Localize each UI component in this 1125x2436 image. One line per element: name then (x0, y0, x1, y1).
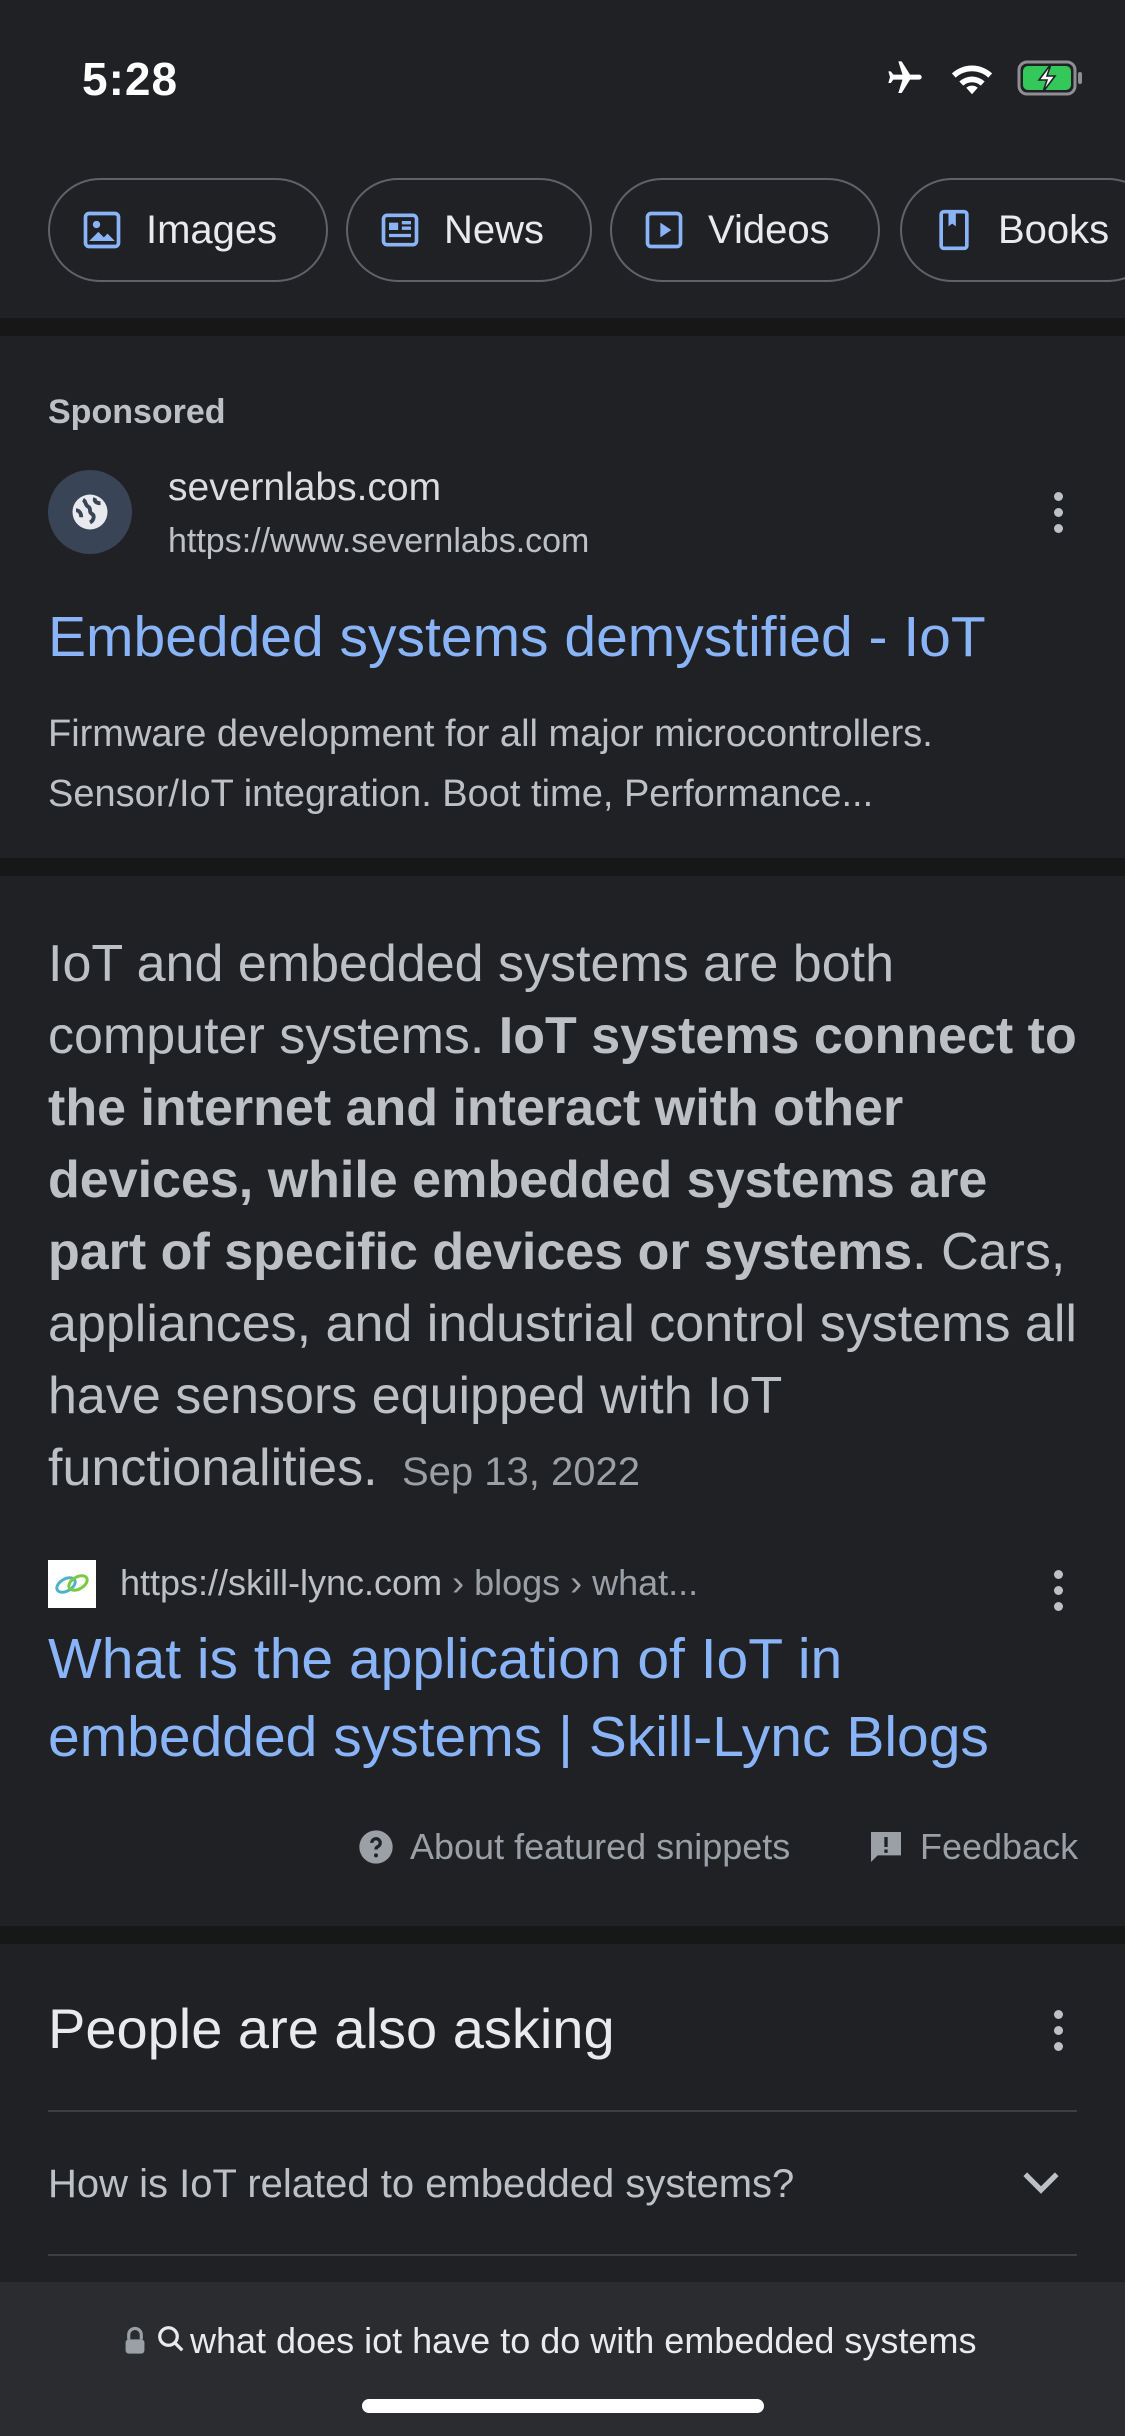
ad-more-options-icon[interactable] (1038, 482, 1078, 542)
ad-url[interactable]: https://www.severnlabs.com (168, 522, 589, 561)
home-indicator[interactable] (362, 2399, 764, 2413)
status-bar: 5:28 (0, 0, 1125, 160)
address-bar-query[interactable]: what does iot have to do with embedded s… (190, 2320, 1002, 2362)
status-time: 5:28 (82, 53, 179, 105)
ad-description: Firmware development for all major micro… (48, 713, 933, 815)
feedback-label: Feedback (920, 1826, 1079, 1867)
source-breadcrumb: › blogs › what... (442, 1562, 699, 1603)
image-icon (83, 211, 121, 249)
chevron-down-icon[interactable] (1020, 2168, 1062, 2198)
section-divider (0, 1926, 1125, 1944)
chip-label: Books (998, 207, 1110, 252)
help-icon (359, 1830, 393, 1864)
result-more-options-icon[interactable] (1038, 1560, 1078, 1620)
search-filter-chips: Images News Videos Books (0, 178, 1125, 290)
section-divider (0, 858, 1125, 876)
feedback-icon (871, 1832, 901, 1862)
lock-icon (125, 2326, 145, 2354)
source-url: https://skill-lync.com (120, 1562, 443, 1603)
airplane-icon (888, 61, 922, 93)
news-icon (381, 213, 419, 247)
divider (48, 2110, 1077, 2112)
result-source-url[interactable]: https://skill-lync.com › blogs › what... (120, 1562, 698, 1604)
chip-news[interactable]: News (346, 178, 592, 282)
status-icons (883, 58, 1085, 98)
ad-domain[interactable]: severnlabs.com (168, 466, 441, 510)
chip-videos[interactable]: Videos (610, 178, 880, 282)
battery-charging-icon (1017, 60, 1082, 96)
wifi-icon (951, 65, 993, 95)
sponsored-label: Sponsored (48, 393, 226, 431)
snippet-date: Sep 13, 2022 (401, 1450, 640, 1494)
feedback-button[interactable]: Feedback (866, 1826, 1078, 1868)
site-favicon-icon (48, 1560, 96, 1608)
search-icon (158, 2326, 184, 2352)
paa-question[interactable]: How is IoT related to embedded systems? (48, 2162, 794, 2207)
ad-title-link[interactable]: Embedded systems demystified - IoT (48, 604, 986, 670)
paa-more-options-icon[interactable] (1038, 2000, 1078, 2060)
chip-label: Images (146, 207, 278, 252)
globe-icon (48, 470, 132, 554)
result-title-link[interactable]: What is the application of IoT in embedd… (48, 1620, 1098, 1776)
people-also-ask-title: People are also asking (48, 1997, 615, 2060)
book-icon (939, 209, 969, 251)
section-divider (0, 318, 1125, 336)
about-label: About featured snippets (410, 1826, 791, 1867)
about-featured-snippets-button[interactable]: About featured snippets (356, 1826, 790, 1868)
featured-snippet-text: IoT and embedded systems are both comput… (48, 928, 1088, 1508)
chip-images[interactable]: Images (48, 178, 328, 282)
video-icon (645, 211, 683, 249)
chip-label: News (444, 207, 545, 252)
divider (48, 2254, 1077, 2256)
chip-label: Videos (708, 207, 830, 252)
chip-books[interactable]: Books (900, 178, 1125, 282)
